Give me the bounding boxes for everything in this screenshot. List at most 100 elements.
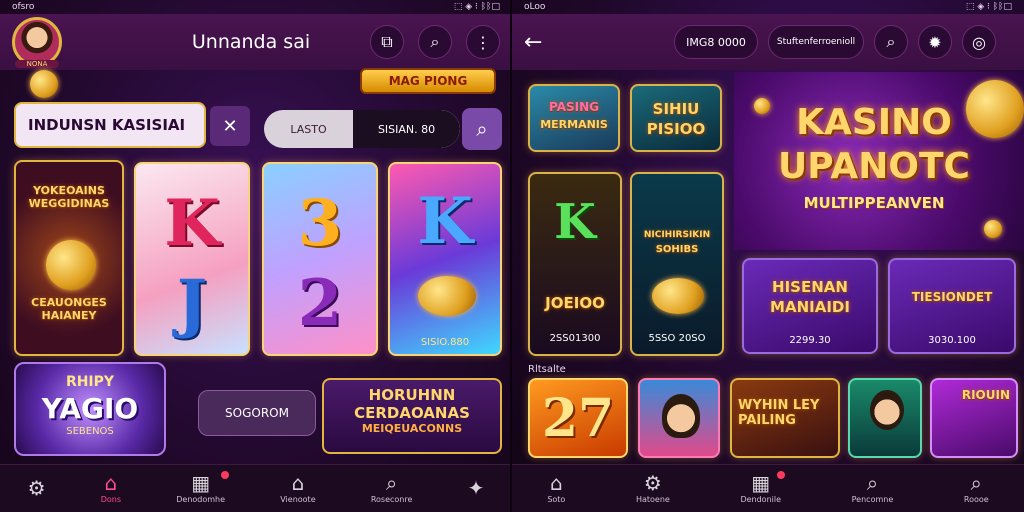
nav-item-settings[interactable]: ⚙ Hatoene (636, 473, 670, 504)
nav-item-search-2[interactable]: ⌕ Roooe (964, 473, 989, 504)
avatar[interactable]: NONA (12, 17, 62, 68)
search-icon: ⌕ (866, 471, 879, 495)
mascot-icon (46, 240, 96, 290)
promo-main: YAGIO (41, 392, 139, 425)
balance-pill[interactable]: IMG8 0000 (674, 25, 758, 59)
promo-card-horuhnn[interactable]: HORUHNN CERDAOANAS MEIQEUACONNS (322, 378, 502, 454)
thumb-27[interactable]: 27 (528, 378, 628, 458)
tile-letter: K (417, 184, 473, 259)
home-icon: ⌂ (104, 471, 118, 495)
search-button[interactable]: ⌕ (874, 25, 908, 59)
gear-icon: ⚙ (27, 475, 46, 500)
account-label: Stuftenferroenioll (776, 37, 856, 47)
window-button[interactable]: ⧉ (370, 25, 404, 59)
more-button[interactable]: ⋮ (466, 25, 500, 59)
search-value: INDUNSN KASISIAI (28, 116, 186, 134)
promo-card-yagio[interactable]: RHIPY YAGIO SEBENOS (14, 362, 166, 456)
card-value: 5SSO 20SO (648, 333, 706, 344)
nav-item-grid[interactable]: ▦ Dendonile (740, 471, 786, 504)
coin-decoration (984, 220, 1002, 238)
nav-item-house[interactable]: ⌂ Vienoote (280, 473, 315, 504)
promo-banner[interactable]: MAG PIONG (360, 68, 496, 94)
promo-sub: SEBENOS (66, 426, 114, 437)
game-tile-4[interactable]: K SISIO.880 (388, 162, 502, 356)
status-icons: ⬚ ◈ ⁝ ᛒᛒ□ (965, 2, 1012, 12)
section-label: Rltsalte (528, 364, 566, 375)
search-input[interactable]: INDUNSN KASISIAI (14, 102, 206, 148)
tile-letter-2: J (176, 266, 208, 341)
thumb-text: WYHIN LEY PAILING (738, 398, 820, 428)
status-icons: ⬚ ◈ ⁝ ᛒᛒ□ (453, 2, 500, 12)
promo-line-3: MEIQEUACONNS (361, 422, 463, 435)
character-avatar (662, 394, 700, 438)
bottom-nav: ⚙ ⌂ Dons ▦ Denodomhe ⌂ Vienoote ⌕ Roseconre … (0, 464, 512, 512)
hero-line-1: KASINO (796, 102, 952, 143)
thumb-character-2[interactable] (848, 378, 922, 458)
nav-item-home[interactable]: ⌂ Soto (547, 473, 565, 504)
avatar-badge: NONA (15, 60, 59, 68)
game-card-hisenan[interactable]: HISENAN MANIAIDI 2299.30 (742, 258, 878, 354)
filter-search-button[interactable]: ⌕ (462, 108, 502, 150)
nav-item-search[interactable]: ⌕ Pencomne (852, 473, 894, 504)
game-card-nicihirsikin[interactable]: NICIHIRSIKIN SOHIBS 5SSO 20SO (630, 172, 724, 356)
status-bar: oLoo ⬚ ◈ ⁝ ᛒᛒ□ (512, 0, 1024, 14)
coin-decoration (30, 70, 58, 98)
card-line-1: HISENAN (772, 278, 848, 296)
grid-icon: ▦ (191, 471, 211, 495)
app-header: ← IMG8 0000 Stuftenferroenioll ⌕ ✹ ◎ (512, 14, 1024, 70)
card-line-1: NICIHIRSIKIN (643, 230, 711, 240)
card-line-2: MANIAIDI (770, 298, 850, 316)
game-card-joeioo[interactable]: K JOEIOO 2SS01300 (528, 172, 622, 356)
game-card-pasing[interactable]: PASING MERMANIS (528, 84, 620, 152)
account-pill[interactable]: Stuftenferroenioll (768, 25, 864, 59)
home-icon: ⌂ (549, 471, 563, 495)
nav-item-puzzle[interactable]: ✦ (468, 478, 485, 500)
card-value: 3030.100 (928, 335, 976, 346)
card-value: 2299.30 (789, 335, 831, 346)
sogorom-button[interactable]: SOGOROM (198, 390, 316, 436)
tile-value: SISIO.880 (420, 337, 470, 348)
nav-item-settings[interactable]: ⚙ (28, 478, 46, 500)
search-icon: ⌕ (476, 117, 488, 141)
search-button[interactable]: ⌕ (418, 25, 452, 59)
clear-search-button[interactable]: ✕ (210, 106, 250, 146)
tile-letter-2: 2 (297, 266, 343, 341)
fire-button[interactable]: ✹ (918, 25, 952, 59)
card-line-1: TIESIONDET (911, 290, 993, 304)
game-card-sihiu[interactable]: SIHIU PISIOO (630, 84, 722, 152)
nav-item-search[interactable]: ⌕ Roseconre (371, 473, 413, 504)
game-tile-1[interactable]: YOKEOAINS WEGGIDINAS CEAUONGES HAIANEY (14, 160, 124, 356)
thumb-character-1[interactable] (638, 378, 720, 458)
promo-line-1: HORUHNN (368, 386, 456, 404)
tile-title: YOKEOAINS WEGGIDINAS (28, 184, 110, 210)
filter-right: SISIAN. 80 (353, 110, 460, 148)
hero-banner[interactable]: KASINO UPANOTC MULTIPPEANVEN (734, 72, 1024, 250)
tile-letter-1: 3 (297, 186, 343, 261)
thumb-riouin[interactable]: RIOUIN (930, 378, 1018, 458)
notification-badge (777, 471, 786, 479)
balance-value: IMG8 0000 (686, 35, 746, 49)
card-line-2: MERMANIS (540, 118, 608, 131)
coin-icon (418, 276, 476, 316)
card-letter: K (554, 194, 596, 250)
game-card-tiesiondet[interactable]: TIESIONDET 3030.100 (888, 258, 1016, 354)
app-header: NONA Unnanda sai ⧉ ⌕ ⋮ (0, 14, 512, 70)
left-app-screen: ofsro ⬚ ◈ ⁝ ᛒᛒ□ NONA Unnanda sai ⧉ ⌕ ⋮ M… (0, 0, 512, 512)
house-icon: ⌂ (291, 471, 305, 495)
banner-text: MAG PIONG (388, 74, 468, 88)
nav-item-grid[interactable]: ▦ Denodomhe (176, 471, 230, 504)
grid-icon: ▦ (751, 471, 771, 495)
promo-top: RHIPY (65, 374, 115, 390)
page-title: Unnanda sai (191, 31, 311, 53)
card-label: JOEIOO (545, 294, 605, 312)
nav-item-home[interactable]: ⌂ Dons (101, 473, 121, 504)
filter-left: LASTO (290, 122, 327, 136)
thumb-wyhin[interactable]: WYHIN LEY PAILING (730, 378, 840, 458)
back-button[interactable]: ← (524, 30, 554, 55)
game-tile-3[interactable]: 3 2 (262, 162, 378, 356)
coin-icon (652, 278, 704, 314)
card-line-1: PASING (549, 100, 599, 114)
game-tile-2[interactable]: K J (134, 162, 250, 356)
vip-button[interactable]: ◎ (962, 25, 996, 59)
filter-bar[interactable]: LASTO SISIAN. 80 (264, 110, 460, 148)
